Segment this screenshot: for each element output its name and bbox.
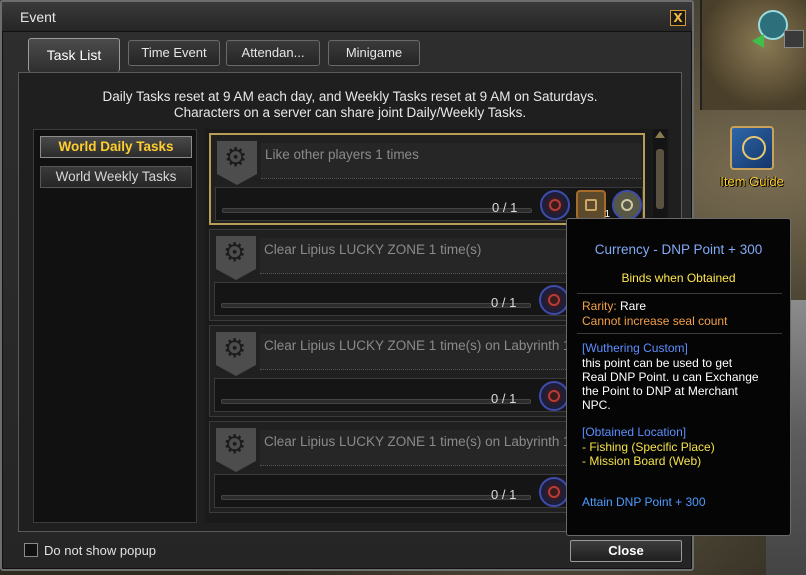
tooltip-divider [577, 293, 782, 294]
reward-red-icon[interactable] [539, 477, 569, 507]
item-guide-button[interactable]: Item Guide [712, 126, 792, 189]
task-emblem-icon [216, 236, 256, 280]
tooltip-binds: Binds when Obtained [621, 271, 736, 285]
tooltip-section-2-items: - Fishing (Specific Place) - Mission Boa… [582, 440, 782, 468]
checkbox-label: Do not show popup [44, 543, 157, 558]
tab-bar: Task List Time Event Attendan... Minigam… [24, 38, 664, 72]
task-row[interactable]: Like other players 1 times 0 / 1 1 [209, 133, 645, 225]
item-tooltip: Currency - DNP Point + 300 Binds when Ob… [566, 218, 791, 536]
task-progress-count: 0 / 1 [491, 391, 517, 406]
task-name: Like other players 1 times [261, 143, 641, 179]
reward-red-icon[interactable] [539, 285, 569, 315]
tooltip-body-line: the Point to DNP at Merchant [582, 384, 738, 398]
reward-dnp-point-icon[interactable]: 1 [576, 190, 610, 220]
book-icon [730, 126, 774, 170]
checkbox-box[interactable] [24, 543, 38, 557]
task-progress-count: 0 / 1 [491, 487, 517, 502]
task-emblem-icon [216, 428, 256, 472]
reward-red-icon[interactable] [540, 190, 570, 220]
task-progress-bar [221, 495, 531, 500]
tooltip-attain: Attain DNP Point + 300 [582, 495, 706, 509]
item-guide-label: Item Guide [720, 174, 784, 189]
tooltip-section-2-header: [Obtained Location] [582, 425, 687, 439]
category-world-daily[interactable]: World Daily Tasks [40, 136, 192, 158]
notice-line-2: Characters on a server can share joint D… [173, 105, 527, 120]
tooltip-rarity: Rarity: Rare [582, 299, 782, 313]
tab-time-event[interactable]: Time Event [128, 40, 220, 66]
notice-line-1: Daily Tasks reset at 9 AM each day, and … [102, 89, 598, 104]
close-button[interactable]: Close [570, 540, 682, 562]
task-progress-count: 0 / 1 [492, 200, 518, 215]
task-progress-bar [221, 399, 531, 404]
task-progress-count: 0 / 1 [491, 295, 517, 310]
scroll-up-icon[interactable] [655, 131, 665, 138]
tooltip-location-item: - Fishing (Specific Place) [582, 440, 715, 454]
rarity-value: Rare [620, 299, 647, 313]
task-progress-bar [222, 208, 532, 213]
arrow-marker-icon [752, 34, 764, 48]
category-world-weekly[interactable]: World Weekly Tasks [40, 166, 192, 188]
close-icon[interactable]: X [670, 10, 686, 26]
tooltip-body-line: NPC. [582, 398, 611, 412]
reset-notice: Daily Tasks reset at 9 AM each day, and … [19, 89, 681, 121]
task-emblem-icon [216, 332, 256, 376]
tooltip-seal: Cannot increase seal count [582, 314, 728, 328]
rarity-label: Rarity: [582, 299, 617, 313]
tooltip-body-line: this point can be used to get [582, 356, 733, 370]
title-bar[interactable]: Event X [2, 2, 692, 32]
task-progress-row: 0 / 1 1 [215, 187, 643, 221]
reward-silver-icon[interactable] [612, 190, 642, 220]
minimap-toggle-button[interactable] [784, 30, 804, 48]
tooltip-body-line: Real DNP Point. u can Exchange [582, 370, 759, 384]
do-not-show-checkbox[interactable]: Do not show popup [24, 543, 156, 558]
tooltip-section-1-header: [Wuthering Custom] [582, 341, 688, 355]
reward-red-icon[interactable] [539, 381, 569, 411]
tab-minigame[interactable]: Minigame [328, 40, 420, 66]
tab-attendance[interactable]: Attendan... [226, 40, 320, 66]
category-panel: World Daily Tasks World Weekly Tasks [33, 129, 197, 523]
tooltip-section-1-body: this point can be used to get Real DNP P… [582, 356, 782, 412]
scroll-thumb[interactable] [656, 149, 664, 209]
task-progress-bar [221, 303, 531, 308]
task-emblem-icon [217, 141, 257, 185]
tooltip-location-item: - Mission Board (Web) [582, 454, 702, 468]
window-title: Event [20, 9, 56, 25]
tooltip-divider [577, 333, 782, 334]
tooltip-title: Currency - DNP Point + 300 [594, 242, 763, 257]
tab-task-list[interactable]: Task List [28, 38, 120, 72]
scene-building [700, 0, 806, 110]
